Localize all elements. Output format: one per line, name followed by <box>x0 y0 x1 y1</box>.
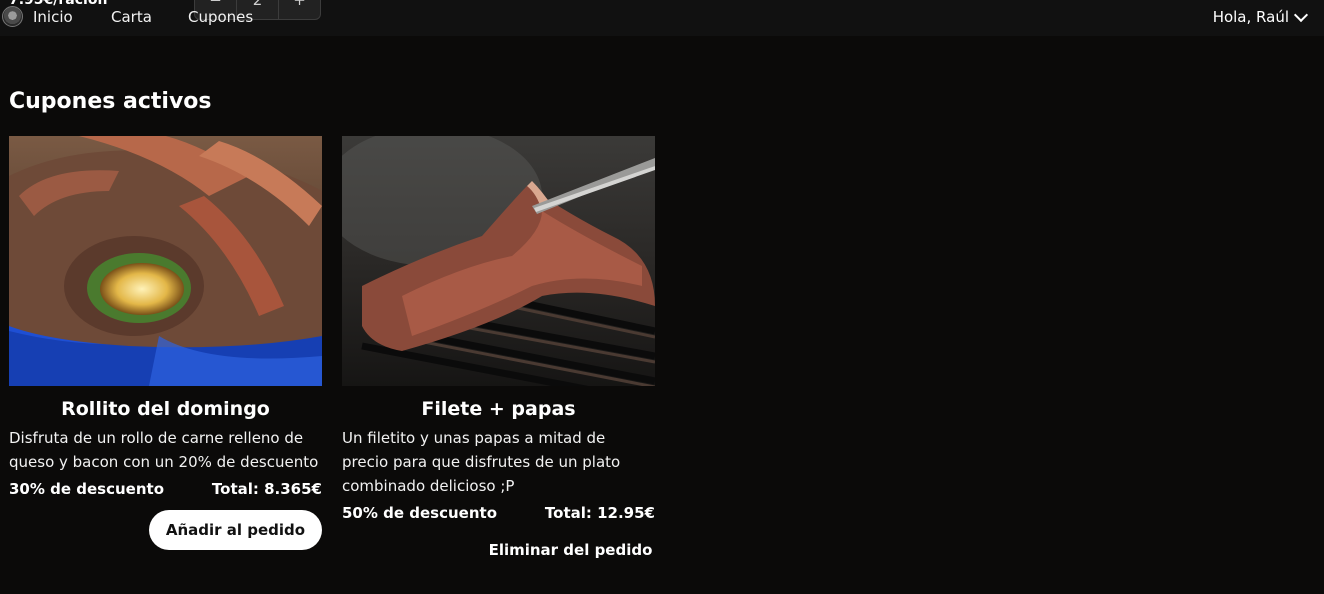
overflow-price-text: 7.95€/ración <box>9 0 108 8</box>
coupon-image-rollito <box>9 136 322 386</box>
coupon-description: Un filetito y unas papas a mitad de prec… <box>342 429 621 495</box>
coupon-total: Total: 12.95€ <box>544 504 655 522</box>
coupon-total: Total: 8.365€ <box>211 480 322 498</box>
coupon-discount: 30% de descuento <box>9 480 164 498</box>
user-greeting: Hola, Raúl <box>1212 8 1289 26</box>
nav-link-inicio[interactable]: Inicio <box>33 8 73 26</box>
coupon-discount: 50% de descuento <box>342 504 497 522</box>
coupon-card-rollito: Rollito del domingo Disfruta de un rollo… <box>9 136 322 550</box>
user-menu[interactable]: Hola, Raúl <box>1212 7 1309 26</box>
logo-icon[interactable] <box>2 6 23 27</box>
coupon-title: Filete + papas <box>421 398 576 420</box>
add-to-order-button[interactable]: Añadir al pedido <box>149 510 322 550</box>
top-navigation-bar: 7.95€/ración Inicio Carta − 2 + Cupones … <box>0 0 1324 36</box>
coupon-meta: 30% de descuento Total: 8.365€ <box>9 478 322 500</box>
nav-link-cupones[interactable]: Cupones <box>188 8 253 26</box>
remove-from-order-button[interactable]: Eliminar del pedido <box>473 532 668 568</box>
chevron-down-icon <box>1293 7 1309 22</box>
page-title: Cupones activos <box>9 89 212 114</box>
coupon-title: Rollito del domingo <box>61 398 270 420</box>
coupon-image-filete <box>342 136 655 386</box>
coupon-description: Disfruta de un rollo de carne relleno de… <box>9 429 319 471</box>
increment-button[interactable]: + <box>279 0 320 19</box>
coupon-card-filete: Filete + papas Un filetito y unas papas … <box>342 136 655 568</box>
nav-link-carta[interactable]: Carta <box>111 8 152 26</box>
coupon-meta: 50% de descuento Total: 12.95€ <box>342 502 655 524</box>
